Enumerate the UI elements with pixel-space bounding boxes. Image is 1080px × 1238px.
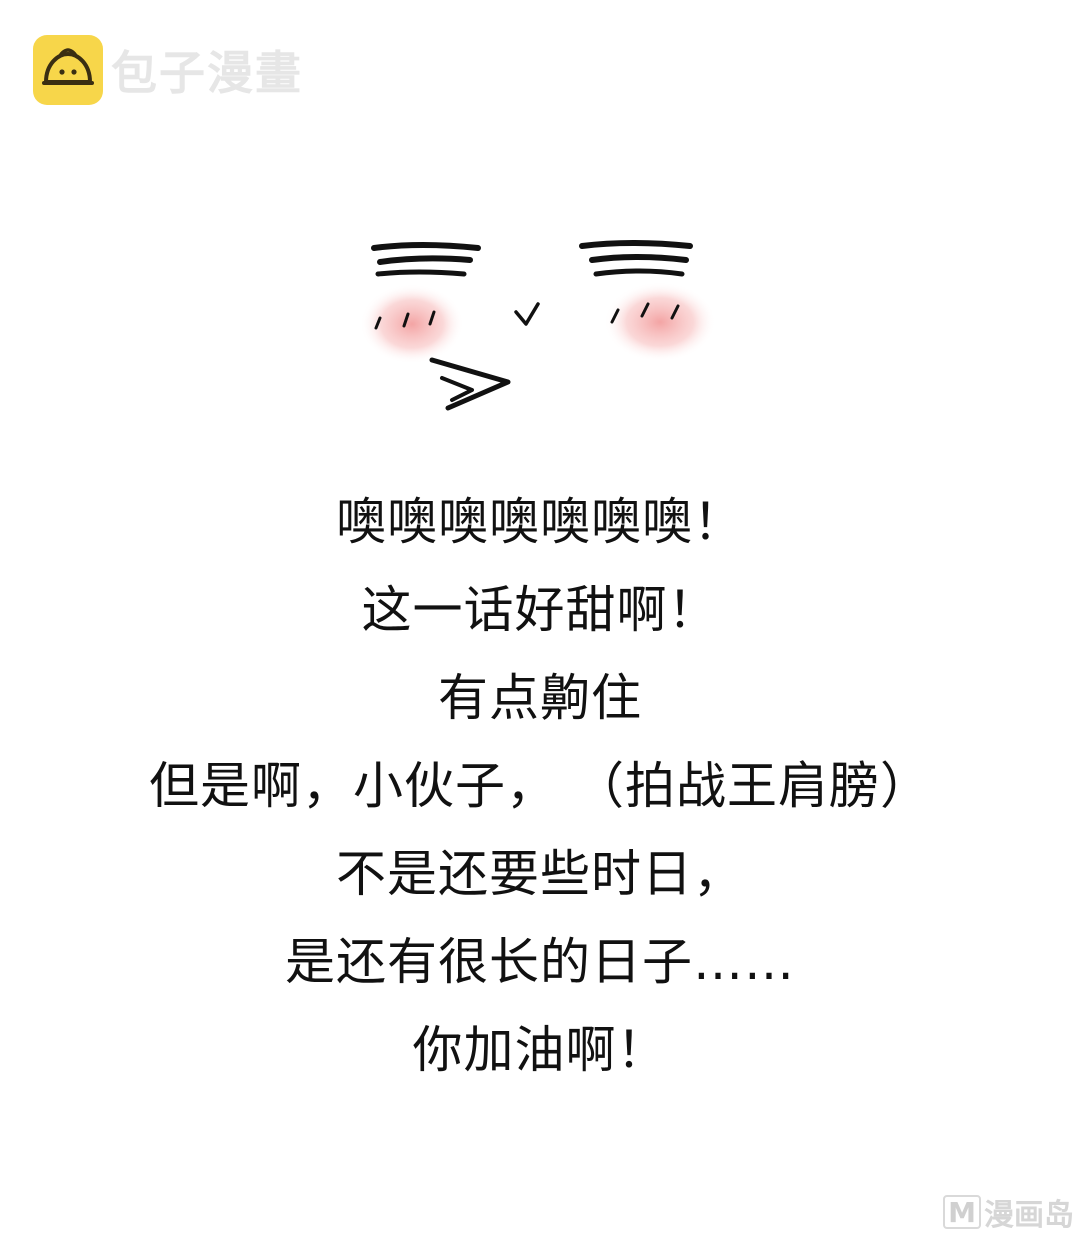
message-line: 这一话好甜啊！ xyxy=(361,581,719,639)
m-badge-icon: M xyxy=(943,1195,981,1229)
message-line: 是还有很长的日子…… xyxy=(285,933,795,991)
blushing-face-icon xyxy=(360,218,720,420)
brand-name: 包子漫畫 xyxy=(111,46,303,100)
message-line: 但是啊，小伙子， （拍战王肩膀） xyxy=(149,757,931,815)
message-line: 你加油啊！ xyxy=(412,1021,668,1079)
steamed-bun-icon xyxy=(33,35,103,105)
message-line: 不是还要些时日， xyxy=(336,845,744,903)
message-line: 有点齁住 xyxy=(438,669,642,727)
site-name: 漫画岛 xyxy=(984,1198,1074,1233)
top-watermark: 包子漫畫 xyxy=(33,35,303,105)
message-line: 噢噢噢噢噢噢噢！ xyxy=(336,493,744,551)
message-block: 噢噢噢噢噢噢噢！ 这一话好甜啊！ 有点齁住 但是啊，小伙子， （拍战王肩膀） 不… xyxy=(0,478,1080,1094)
bottom-watermark: M 漫画岛 xyxy=(943,1190,1074,1234)
